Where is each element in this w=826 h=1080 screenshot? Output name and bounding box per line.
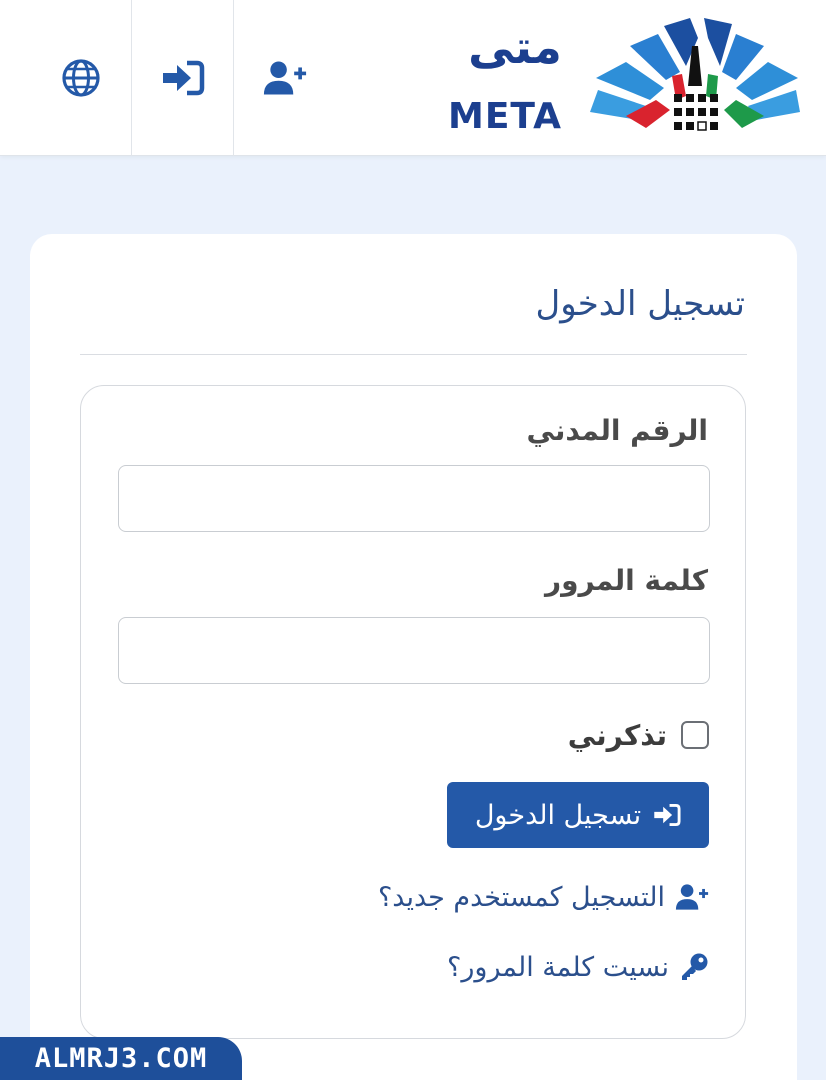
login-nav-button[interactable] [132, 0, 234, 156]
language-button[interactable] [30, 0, 132, 156]
civil-id-input[interactable] [118, 465, 710, 532]
logo-english-text: META [448, 96, 563, 137]
register-link[interactable]: التسجيل كمستخدم جديد؟ [378, 877, 709, 917]
globe-icon [61, 59, 100, 97]
divider [80, 354, 747, 355]
register-link-text: التسجيل كمستخدم جديد؟ [377, 881, 665, 913]
watermark-badge: ALMRJ3.COM [0, 1037, 242, 1080]
top-navbar: متى META [0, 0, 826, 156]
remember-me-row: تذكرني [568, 718, 709, 752]
watermark-text: ALMRJ3.COM [34, 1043, 208, 1074]
user-plus-icon [675, 884, 709, 910]
login-submit-label: تسجيل الدخول [474, 799, 642, 831]
meta-logo: متى META [440, 12, 800, 140]
card-title: تسجيل الدخول [535, 284, 746, 324]
password-input[interactable] [118, 617, 710, 684]
civil-id-label: الرقم المدني [526, 414, 708, 447]
logo-emblem-icon [590, 18, 800, 131]
register-nav-button[interactable] [234, 0, 336, 156]
password-label: كلمة المرور [544, 564, 708, 597]
user-plus-icon [263, 61, 307, 95]
login-form: الرقم المدني كلمة المرور تذكرني تسجيل ال… [80, 385, 746, 1039]
logo-arabic-text: متى [468, 20, 562, 74]
login-card: تسجيل الدخول الرقم المدني كلمة المرور تذ… [30, 234, 797, 1080]
forgot-password-text: نسيت كلمة المرور؟ [447, 951, 669, 983]
login-submit-button[interactable]: تسجيل الدخول [447, 782, 709, 848]
sign-in-icon [162, 60, 204, 96]
forgot-password-link[interactable]: نسيت كلمة المرور؟ [447, 947, 709, 987]
remember-me-label: تذكرني [567, 718, 667, 752]
sign-in-icon [654, 804, 681, 826]
key-icon [682, 953, 708, 980]
remember-me-checkbox[interactable] [681, 721, 709, 749]
